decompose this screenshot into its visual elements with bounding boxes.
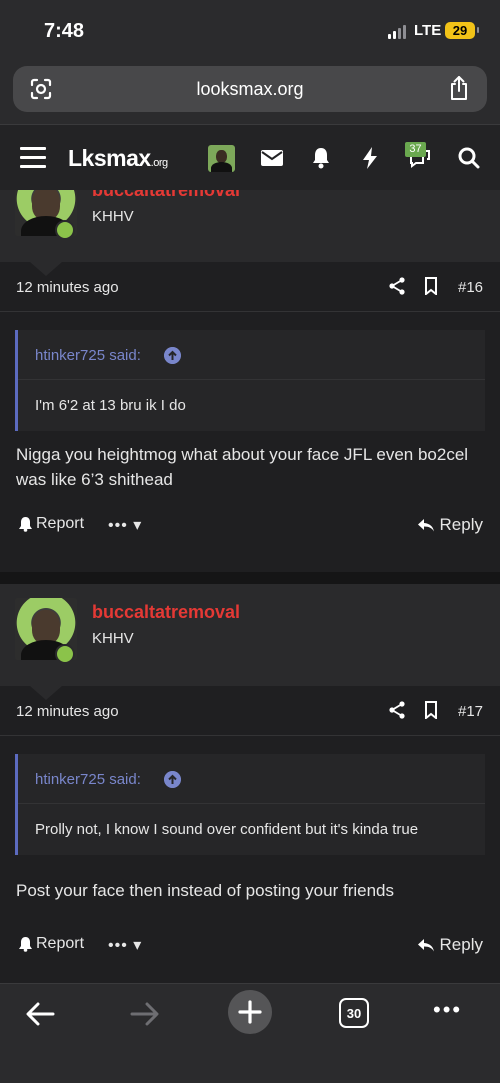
- back-icon[interactable]: [20, 994, 60, 1034]
- quote-block: htinker725 said: I'm 6'2 at 13 bru ik I …: [15, 330, 485, 431]
- site-logo[interactable]: Lksmax.org: [68, 145, 168, 172]
- inbox-icon[interactable]: [259, 145, 285, 171]
- address-bar[interactable]: looksmax.org: [13, 66, 487, 112]
- quote-header[interactable]: htinker725 said:: [18, 330, 485, 380]
- post-user-title: KHHV: [92, 630, 134, 647]
- quote-text: I'm 6'2 at 13 bru ik I do: [35, 397, 186, 414]
- arrow-up-icon[interactable]: [164, 771, 181, 788]
- alerts-badge: 37: [405, 142, 426, 157]
- quote-author[interactable]: htinker725 said:: [35, 347, 141, 364]
- battery-level: 29: [452, 23, 468, 38]
- report-label: Report: [36, 935, 85, 952]
- status-time: 7:48: [44, 20, 85, 42]
- bookmark-icon[interactable]: [424, 277, 438, 295]
- more-icon[interactable]: ••• ▾: [108, 515, 142, 535]
- share-icon[interactable]: [447, 75, 471, 101]
- status-bar: 7:48 LTE 29: [0, 0, 500, 62]
- post-actions: Report ••• ▾ Reply: [0, 506, 500, 546]
- plus-icon[interactable]: [228, 990, 272, 1034]
- quote-block: htinker725 said: Prolly not, I know I so…: [15, 754, 485, 855]
- tab-count: 30: [346, 1005, 362, 1021]
- bell-icon[interactable]: [308, 145, 334, 171]
- lightning-icon[interactable]: [357, 145, 383, 171]
- reply-label: Reply: [439, 935, 483, 954]
- signal-icon: [388, 25, 406, 39]
- report-button[interactable]: Report: [18, 935, 84, 953]
- post: buccaltatremoval KHHV 12 minutes ago #16…: [0, 190, 500, 572]
- post-user-title: KHHV: [92, 208, 134, 225]
- report-icon: [19, 937, 32, 952]
- post-username[interactable]: buccaltatremoval: [92, 602, 240, 623]
- report-button[interactable]: Report: [18, 515, 84, 533]
- post-message: Nigga you heightmog what about your face…: [16, 445, 469, 489]
- online-indicator: [55, 644, 75, 664]
- quote-text: Prolly not, I know I sound over confiden…: [35, 821, 419, 838]
- site-header: Lksmax.org 37: [0, 124, 500, 190]
- reply-label: Reply: [439, 515, 483, 534]
- post-date[interactable]: 12 minutes ago: [16, 703, 119, 720]
- network-type: LTE: [414, 22, 442, 39]
- post: buccaltatremoval KHHV 12 minutes ago #17…: [0, 584, 500, 983]
- reply-icon: [417, 939, 434, 952]
- online-indicator: [55, 220, 75, 240]
- post-message: Post your face then instead of posting y…: [16, 881, 395, 900]
- battery-icon: 29: [445, 22, 479, 39]
- quote-author[interactable]: htinker725 said:: [35, 771, 141, 788]
- url-text[interactable]: looksmax.org: [13, 79, 487, 100]
- more-icon[interactable]: ••• ▾: [108, 935, 142, 955]
- tabs-icon[interactable]: 30: [339, 998, 369, 1028]
- browser-toolbar: 30 •••: [0, 983, 500, 1083]
- reply-icon: [417, 519, 434, 532]
- ellipsis-icon[interactable]: •••: [433, 999, 462, 1021]
- post-meta: 12 minutes ago #17: [0, 686, 500, 736]
- menu-icon[interactable]: [20, 147, 46, 169]
- post-number[interactable]: #16: [458, 279, 483, 296]
- logo-suffix: .org: [150, 157, 168, 169]
- report-label: Report: [36, 515, 85, 532]
- reply-button[interactable]: Reply: [417, 935, 483, 955]
- post-meta: 12 minutes ago #16: [0, 262, 500, 312]
- report-icon: [19, 517, 32, 532]
- post-actions: Report ••• ▾ Reply: [0, 926, 500, 966]
- share-icon[interactable]: [388, 277, 406, 295]
- post-user-bar: buccaltatremoval KHHV: [0, 190, 500, 262]
- post-number[interactable]: #17: [458, 703, 483, 720]
- search-icon[interactable]: [456, 145, 482, 171]
- post-username[interactable]: buccaltatremoval: [92, 190, 240, 201]
- arrow-up-icon[interactable]: [164, 347, 181, 364]
- logo-main: Lksmax: [68, 145, 151, 171]
- browser-url-area: looksmax.org: [0, 62, 500, 124]
- forward-icon[interactable]: [125, 994, 165, 1034]
- post-separator: [0, 572, 500, 584]
- reply-button[interactable]: Reply: [417, 515, 483, 535]
- post-date[interactable]: 12 minutes ago: [16, 279, 119, 296]
- user-avatar[interactable]: [208, 145, 235, 172]
- quote-header[interactable]: htinker725 said:: [18, 754, 485, 804]
- bookmark-icon[interactable]: [424, 701, 438, 719]
- post-user-bar: buccaltatremoval KHHV: [0, 584, 500, 666]
- share-icon[interactable]: [388, 701, 406, 719]
- thread-content: buccaltatremoval KHHV 12 minutes ago #16…: [0, 190, 500, 983]
- post-user-bar-extension: [0, 666, 500, 686]
